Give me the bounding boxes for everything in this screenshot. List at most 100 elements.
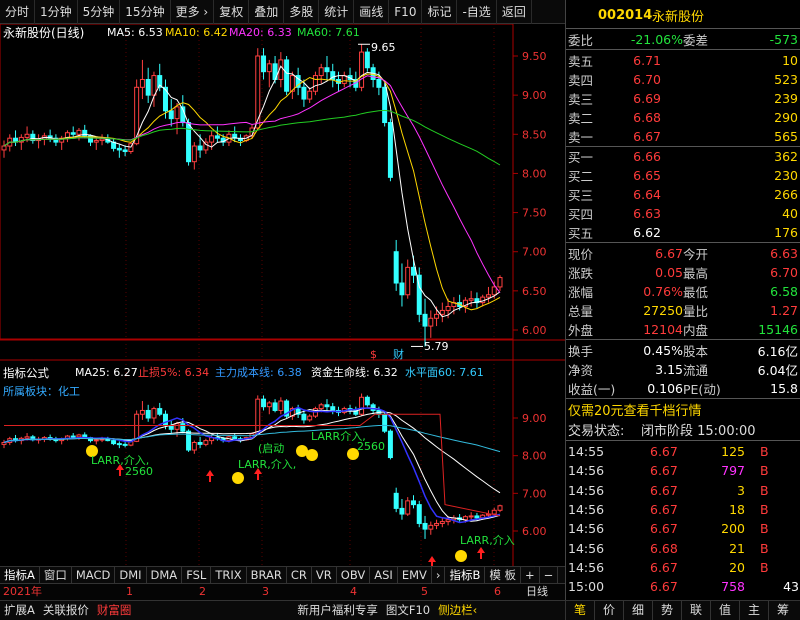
- time-axis-label: 3: [262, 585, 269, 598]
- stat-row: 现价 6.67 今开 6.63: [566, 244, 800, 263]
- chart2-title: 指标公式: [3, 366, 49, 380]
- promo-link[interactable]: 侧边栏‹: [434, 601, 481, 620]
- indicator-tab[interactable]: 窗口: [40, 567, 72, 583]
- toolbar-button[interactable]: 多股: [284, 0, 320, 24]
- indicator-tab[interactable]: DMA: [147, 567, 183, 583]
- bottom-tab[interactable]: 扩展A: [0, 601, 39, 620]
- indicator-tab[interactable]: −: [540, 567, 559, 583]
- ind-candle-body: [405, 500, 411, 515]
- chart-area[interactable]: 9.50 9.00 8.50 8.00 7.50 7.00 6.50 6.00 9.00 8.00…: [0, 24, 565, 566]
- quote-cell: 797: [721, 463, 745, 479]
- stock-code: 002014: [598, 7, 653, 23]
- ind-candle-body: [462, 516, 468, 521]
- indicator-tab[interactable]: ›: [432, 567, 446, 583]
- quote-cell: 14:56: [568, 501, 605, 517]
- finance-marker[interactable]: 财: [393, 348, 404, 362]
- toolbar-button[interactable]: 复权: [214, 0, 250, 24]
- time-axis-label: 5: [421, 585, 428, 598]
- indicator-tab[interactable]: ASI: [370, 567, 398, 583]
- tick-row: 14:56 6.67 3 B: [566, 481, 800, 500]
- indicator-tab[interactable]: OBV: [337, 567, 371, 583]
- panel-tab[interactable]: 联: [681, 600, 710, 620]
- quote-cell: 换手: [568, 344, 594, 359]
- candle-body: [399, 282, 405, 296]
- status-value: 闭市阶段 15:00:00: [641, 424, 756, 439]
- panel-tab[interactable]: 价: [594, 600, 623, 620]
- quote-cell: 最高: [683, 266, 709, 281]
- quote-cell: 6.70: [770, 265, 798, 280]
- toolbar-button[interactable]: 更多 ›: [171, 0, 215, 24]
- quote-cell: 6.67: [650, 521, 678, 537]
- toolbar-button[interactable]: 画线: [354, 0, 390, 24]
- toolbar-button[interactable]: 1分钟: [35, 0, 78, 24]
- panel-tab[interactable]: 笔: [565, 600, 594, 620]
- toolbar-button[interactable]: 叠加: [249, 0, 285, 24]
- indicator-tab[interactable]: EMV: [398, 567, 432, 583]
- ind-candle-body: [272, 402, 278, 411]
- toolbar-button[interactable]: F10: [389, 0, 423, 24]
- indicator-tab[interactable]: FSL: [182, 567, 212, 583]
- quote-cell: 43: [783, 579, 799, 595]
- panel-tab[interactable]: 细: [623, 600, 652, 620]
- indicator-tab[interactable]: 指标A: [0, 567, 40, 583]
- toolbar-button[interactable]: 分时: [0, 0, 36, 24]
- water-level-label: 水平面60: 7.61: [405, 366, 484, 379]
- panel-tab[interactable]: 主: [739, 600, 768, 620]
- signal-annotation: LARR,介入: [460, 534, 515, 547]
- quote-cell: 卖三: [568, 92, 594, 107]
- candle-body: [99, 138, 105, 142]
- ind-candle-body: [162, 413, 168, 427]
- indicator-tab[interactable]: CR: [287, 567, 312, 583]
- ind-candle-body: [318, 404, 324, 410]
- candle-body: [405, 266, 411, 296]
- indicator-tab[interactable]: +: [521, 567, 540, 583]
- buy-arrow-icon: [206, 470, 214, 482]
- candle-body: [491, 286, 497, 296]
- bottom-tab[interactable]: 财富圈: [93, 601, 136, 620]
- quote-cell: 6.67: [650, 463, 678, 479]
- chart1-title: 永新股份(日线): [3, 26, 85, 40]
- toolbar-button[interactable]: 15分钟: [120, 0, 171, 24]
- indicator-tab[interactable]: VR: [312, 567, 337, 583]
- toolbar-button[interactable]: 返回: [497, 0, 532, 24]
- panel-tab[interactable]: 势: [652, 600, 681, 620]
- ind-candle-body: [416, 504, 422, 524]
- candle-body: [261, 55, 267, 73]
- toolbar-button[interactable]: 标记: [422, 0, 458, 24]
- quote-cell: 股本: [683, 344, 709, 359]
- indicator-tab[interactable]: BRAR: [247, 567, 287, 583]
- ind-candle-body: [364, 396, 370, 406]
- dividend-marker[interactable]: $: [370, 348, 377, 362]
- quote-cell: 1.27: [770, 303, 798, 318]
- stock-header: 002014 永新股份: [566, 2, 800, 28]
- candle-body: [191, 145, 197, 163]
- indicator-tab[interactable]: 指标B: [445, 567, 486, 583]
- quote-cell: B: [760, 463, 769, 479]
- promo-link[interactable]: 新用户福利专享: [293, 601, 382, 620]
- cost-line-label: 主力成本线: 6.38: [215, 366, 302, 379]
- bottom-tab[interactable]: 关联报价: [39, 601, 93, 620]
- ind-candle-body: [145, 409, 151, 419]
- panel-tab[interactable]: 值: [710, 600, 739, 620]
- indicator-tab[interactable]: DMI: [115, 567, 147, 583]
- quote-cell: 6.16亿: [757, 344, 798, 359]
- smiley-icon: [455, 550, 467, 562]
- promo-link[interactable]: 仅需20元查看千档行情: [568, 400, 702, 419]
- promo-link[interactable]: 图文F10: [382, 601, 434, 620]
- quote-cell: B: [760, 559, 769, 575]
- panel-tab[interactable]: 筹: [768, 600, 797, 620]
- bid-row: 买五 6.62 176: [566, 223, 800, 242]
- quote-cell: 量比: [683, 304, 709, 319]
- toolbar-button[interactable]: -自选: [457, 0, 497, 24]
- indicator-tab[interactable]: 模 板: [485, 567, 522, 583]
- y-axis-label: 8.00: [522, 450, 547, 463]
- quote-cell: 523: [774, 72, 798, 87]
- indicator-tab[interactable]: TRIX: [211, 567, 247, 583]
- toolbar-button[interactable]: 5分钟: [78, 0, 121, 24]
- candle-body: [364, 51, 370, 69]
- chart-svg[interactable]: 9.50 9.00 8.50 8.00 7.50 7.00 6.50 6.00 9.00 8.00…: [0, 24, 565, 566]
- toolbar-button[interactable]: 统计: [319, 0, 355, 24]
- indicator-tab[interactable]: MACD: [72, 567, 116, 583]
- quote-cell: 流通: [683, 363, 709, 378]
- quote-cell: 6.67: [655, 246, 683, 261]
